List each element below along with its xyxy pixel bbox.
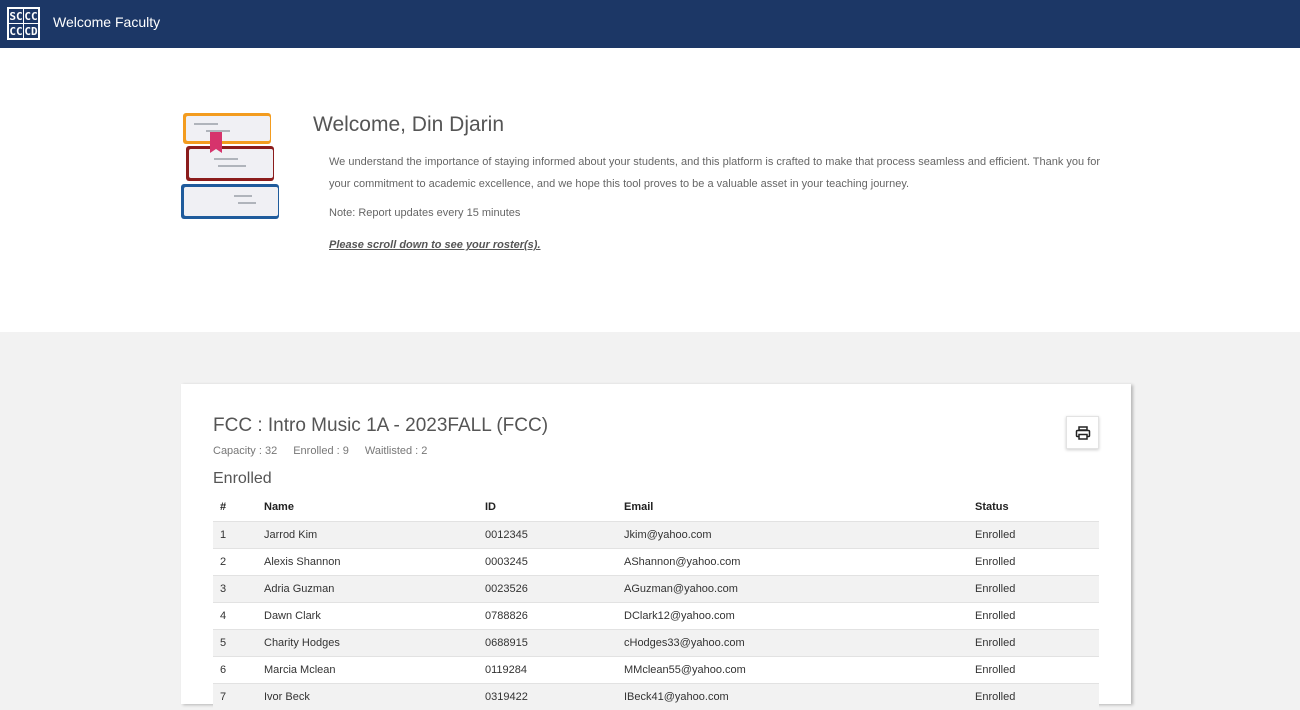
welcome-title: Welcome, Din Djarin (313, 113, 504, 136)
scroll-down-link[interactable]: Please scroll down to see your roster(s)… (329, 239, 541, 251)
enrollment-status: Enrolled (968, 655, 1099, 683)
row-number: 2 (213, 547, 257, 575)
enrollment-status: Enrolled (968, 547, 1099, 575)
student-id: 0688915 (478, 628, 617, 656)
top-header: SC CC CC CD Welcome Faculty (0, 0, 1300, 48)
student-id: 0319422 (478, 682, 617, 710)
enrolled-stat: Enrolled : 9 (293, 445, 349, 457)
student-name: Alexis Shannon (257, 547, 478, 575)
column-header-status[interactable]: Status (968, 494, 1099, 521)
enrollment-status: Enrolled (968, 682, 1099, 710)
waitlisted-stat: Waitlisted : 2 (364, 445, 428, 457)
student-name: Adria Guzman (257, 574, 478, 602)
course-title: FCC : Intro Music 1A - 2023FALL (FCC) (213, 415, 549, 436)
table-row: 2 Alexis Shannon 0003245 AShannon@yahoo.… (213, 547, 1099, 575)
table-row: 1 Jarrod Kim 0012345 Jkim@yahoo.com Enro… (213, 520, 1099, 548)
header-title: Welcome Faculty (53, 14, 161, 30)
print-button[interactable] (1066, 416, 1099, 449)
student-name: Ivor Beck (257, 682, 478, 710)
logo-letters-2: CC (24, 9, 38, 23)
enrollment-status: Enrolled (968, 520, 1099, 548)
course-stats: Capacity : 32 Enrolled : 9 Waitlisted : … (213, 445, 427, 457)
logo-letters-4: CD (24, 24, 38, 38)
student-email: cHodges33@yahoo.com (617, 628, 968, 656)
table-row: 5 Charity Hodges 0688915 cHodges33@yahoo… (213, 628, 1099, 656)
table-header-row: # Name ID Email Status (213, 494, 1099, 521)
logo-letters-1: SC (9, 9, 23, 23)
enrollment-status: Enrolled (968, 601, 1099, 629)
row-number: 4 (213, 601, 257, 629)
column-header-number[interactable]: # (213, 494, 257, 521)
student-name: Charity Hodges (257, 628, 478, 656)
logo-letters-3: CC (9, 24, 23, 38)
column-header-id[interactable]: ID (478, 494, 617, 521)
student-name: Dawn Clark (257, 601, 478, 629)
enrollment-status: Enrolled (968, 574, 1099, 602)
student-email: AShannon@yahoo.com (617, 547, 968, 575)
student-id: 0788826 (478, 601, 617, 629)
student-email: AGuzman@yahoo.com (617, 574, 968, 602)
table-row: 6 Marcia Mclean 0119284 MMclean55@yahoo.… (213, 655, 1099, 683)
books-illustration-icon (181, 113, 279, 219)
welcome-message: We understand the importance of staying … (329, 156, 1101, 190)
student-email: Jkim@yahoo.com (617, 520, 968, 548)
student-id: 0012345 (478, 520, 617, 548)
enrollment-status: Enrolled (968, 628, 1099, 656)
student-name: Jarrod Kim (257, 520, 478, 548)
college-logo[interactable]: SC CC CC CD (7, 7, 40, 40)
row-number: 1 (213, 520, 257, 548)
student-id: 0003245 (478, 547, 617, 575)
row-number: 6 (213, 655, 257, 683)
table-row: 4 Dawn Clark 0788826 DClark12@yahoo.com … (213, 601, 1099, 629)
report-update-note: Note: Report updates every 15 minutes (329, 207, 521, 219)
student-id: 0023526 (478, 574, 617, 602)
printer-icon (1075, 425, 1090, 440)
column-header-email[interactable]: Email (617, 494, 968, 521)
row-number: 5 (213, 628, 257, 656)
table-row: 7 Ivor Beck 0319422 IBeck41@yahoo.com En… (213, 682, 1099, 710)
table-row: 3 Adria Guzman 0023526 AGuzman@yahoo.com… (213, 574, 1099, 602)
column-header-name[interactable]: Name (257, 494, 478, 521)
student-id: 0119284 (478, 655, 617, 683)
student-email: MMclean55@yahoo.com (617, 655, 968, 683)
student-email: DClark12@yahoo.com (617, 601, 968, 629)
row-number: 7 (213, 682, 257, 710)
enrolled-section-title: Enrolled (213, 470, 272, 487)
student-name: Marcia Mclean (257, 655, 478, 683)
row-number: 3 (213, 574, 257, 602)
enrolled-roster-table: # Name ID Email Status 1 Jarrod Kim 0012… (213, 494, 1099, 710)
student-email: IBeck41@yahoo.com (617, 682, 968, 710)
capacity-stat: Capacity : 32 (213, 445, 278, 457)
